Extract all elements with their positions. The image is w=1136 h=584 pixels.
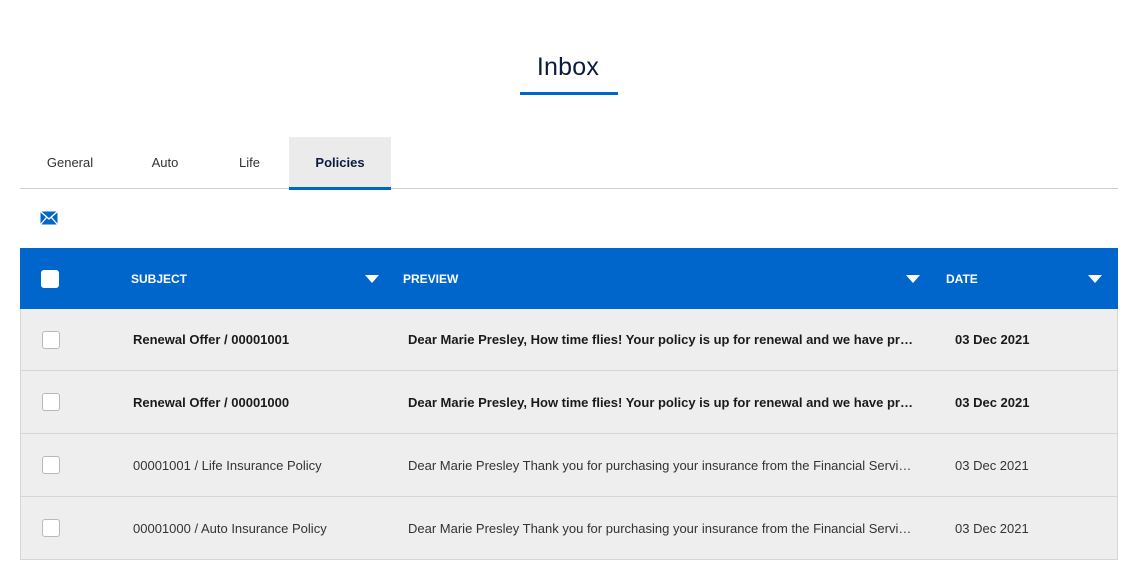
column-label-preview: PREVIEW [403, 271, 459, 286]
column-header-subject[interactable]: SUBJECT [131, 248, 379, 309]
column-header-date[interactable]: DATE [946, 248, 1102, 309]
page-title: Inbox [536, 53, 600, 81]
row-preview: Dear Marie Presley, How time flies! Your… [408, 394, 914, 410]
row-preview-cell: Dear Marie Presley Thank you for purchas… [408, 434, 914, 496]
column-label-subject: SUBJECT [131, 271, 188, 286]
page-header: Inbox [0, 50, 1136, 84]
select-all-cell [41, 248, 59, 309]
table-body: Renewal Offer / 00001001 Dear Marie Pres… [20, 309, 1118, 560]
row-subject: Renewal Offer / 00001000 [133, 394, 290, 410]
row-select-cell [42, 497, 60, 559]
row-preview: Dear Marie Presley Thank you for purchas… [408, 520, 914, 536]
table-row[interactable]: 00001001 / Life Insurance Policy Dear Ma… [21, 434, 1117, 497]
row-subject: 00001000 / Auto Insurance Policy [133, 520, 327, 536]
row-preview-cell: Dear Marie Presley, How time flies! Your… [408, 309, 914, 370]
row-checkbox[interactable] [42, 519, 60, 537]
tab-auto[interactable]: Auto [120, 137, 210, 188]
select-all-checkbox[interactable] [41, 269, 59, 288]
table-row[interactable]: Renewal Offer / 00001001 Dear Marie Pres… [21, 309, 1117, 371]
row-preview-cell: Dear Marie Presley, How time flies! Your… [408, 371, 914, 433]
row-preview: Dear Marie Presley Thank you for purchas… [408, 457, 914, 473]
row-preview-cell: Dear Marie Presley Thank you for purchas… [408, 497, 914, 559]
column-header-preview[interactable]: PREVIEW [403, 248, 920, 309]
inbox-table: SUBJECT PREVIEW DATE Renewal Offer / 000… [20, 248, 1118, 560]
compose-button[interactable] [39, 210, 59, 226]
row-subject: 00001001 / Life Insurance Policy [133, 457, 322, 473]
title-underline [520, 92, 618, 95]
row-select-cell [42, 371, 60, 433]
row-checkbox[interactable] [42, 393, 60, 411]
row-preview: Dear Marie Presley, How time flies! Your… [408, 332, 914, 347]
row-select-cell [42, 434, 60, 496]
table-row[interactable]: 00001000 / Auto Insurance Policy Dear Ma… [21, 497, 1117, 560]
sort-arrow-icon[interactable] [1088, 274, 1102, 283]
row-date: 03 Dec 2021 [955, 457, 1029, 473]
tab-policies[interactable]: Policies [289, 137, 391, 190]
row-checkbox[interactable] [42, 456, 60, 474]
row-subject: Renewal Offer / 00001001 [133, 332, 290, 347]
row-select-cell [42, 309, 60, 370]
table-header: SUBJECT PREVIEW DATE [20, 248, 1118, 309]
row-date: 03 Dec 2021 [955, 520, 1029, 536]
tab-life[interactable]: Life [210, 137, 289, 188]
tab-bar: General Auto Life Policies [20, 137, 1118, 190]
row-date: 03 Dec 2021 [955, 332, 1030, 347]
sort-arrow-icon[interactable] [906, 274, 920, 283]
table-row[interactable]: Renewal Offer / 00001000 Dear Marie Pres… [21, 371, 1117, 434]
row-checkbox[interactable] [42, 330, 60, 349]
row-date: 03 Dec 2021 [955, 394, 1030, 410]
envelope-icon [40, 211, 58, 225]
sort-arrow-icon[interactable] [365, 274, 379, 283]
tab-general[interactable]: General [20, 137, 120, 188]
column-label-date: DATE [946, 271, 978, 286]
